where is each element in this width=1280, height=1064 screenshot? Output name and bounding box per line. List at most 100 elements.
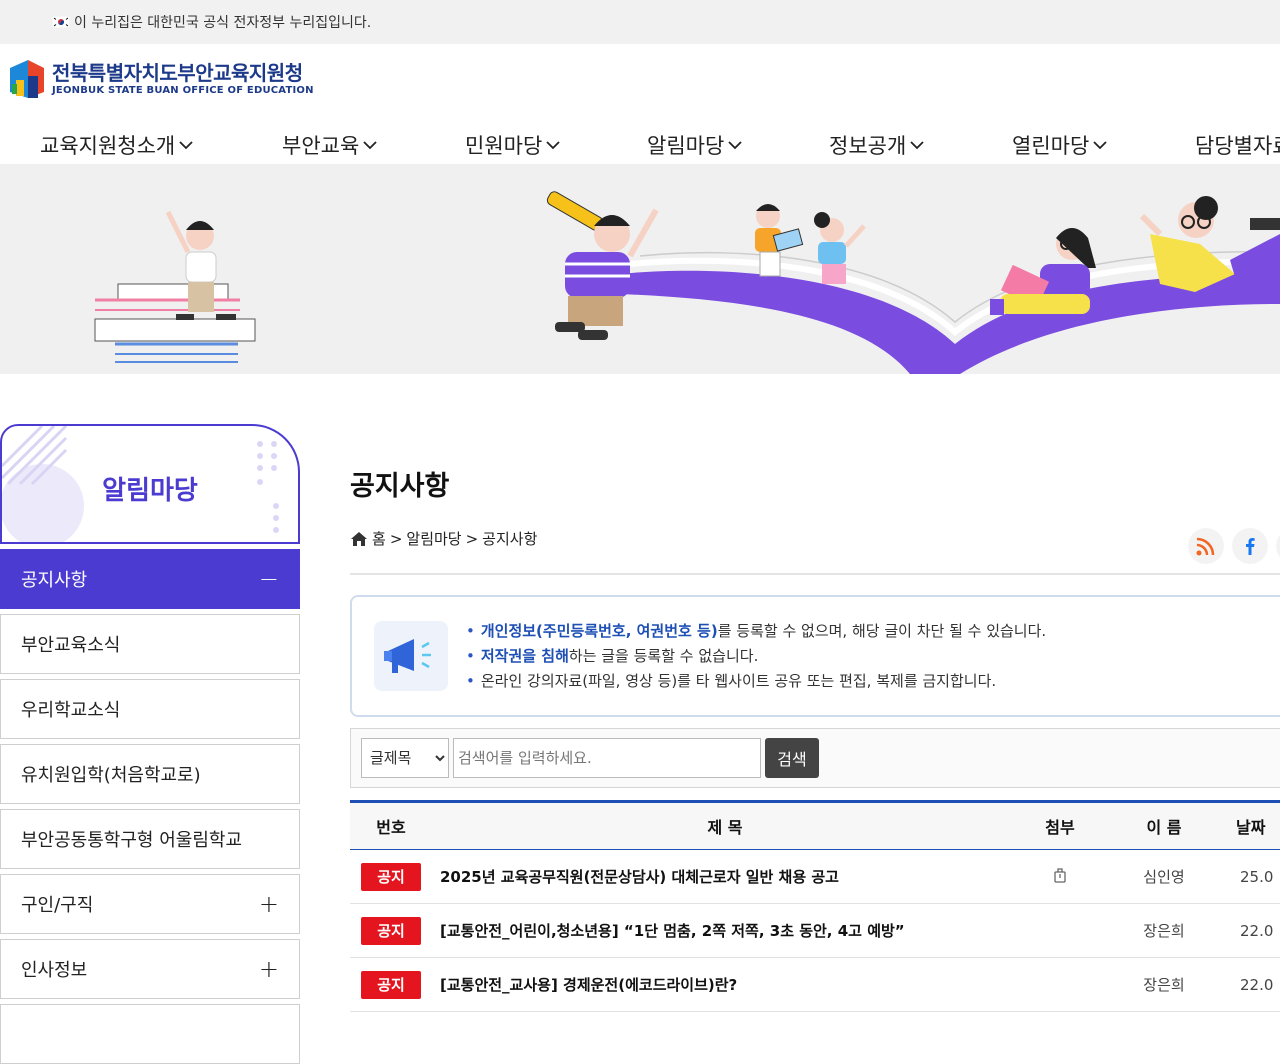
- gov-banner: 이 누리집은 대한민국 공식 전자정부 누리집입니다.: [0, 0, 1280, 44]
- side-nav-item-school-news[interactable]: 우리학교소식: [0, 679, 300, 739]
- attachment-file-icon[interactable]: [1052, 867, 1068, 883]
- side-nav-item-kindergarten[interactable]: 유치원입학(처음학교로): [0, 744, 300, 804]
- breadcrumb-separator: >: [390, 530, 403, 548]
- notice-board-table: 번호 제 목 첨부 이 름 날짜 공지 2025년 교육공무직원(전문상담사) …: [350, 800, 1280, 1012]
- share-button-partial[interactable]: [1276, 528, 1280, 564]
- col-header-attachment: 첨부: [1018, 802, 1102, 850]
- col-header-title: 제 목: [432, 802, 1018, 850]
- side-nav-item-label: 부안교육소식: [21, 631, 120, 657]
- search-button[interactable]: 검색: [765, 738, 819, 778]
- notice-badge: 공지: [361, 863, 421, 891]
- notice-badge: 공지: [361, 917, 421, 945]
- col-header-name: 이 름: [1102, 802, 1226, 850]
- logo-name-en: JEONBUK STATE BUAN OFFICE OF EDUCATION: [52, 85, 314, 97]
- visual-banner-illustration: [0, 164, 1280, 374]
- side-nav-item-personnel[interactable]: 인사정보 +: [0, 939, 300, 999]
- guideline-text: 온라인 강의자료(파일, 영상 등)를 타 웹사이트 공유 또는 편집, 복제를…: [481, 672, 996, 690]
- chevron-down-icon: [361, 136, 379, 154]
- posting-guidelines-box: 개인정보(주민등록번호, 여권번호 등)를 등록할 수 없으며, 해당 글이 차…: [350, 595, 1280, 717]
- chevron-down-icon: [1091, 136, 1109, 154]
- breadcrumb-home[interactable]: 홈: [372, 528, 386, 549]
- side-nav-item-notice[interactable]: 공지사항 −: [0, 549, 300, 609]
- search-field-select[interactable]: 글제목: [361, 738, 449, 778]
- book-stack-illustration: [95, 212, 255, 362]
- minus-icon: −: [259, 567, 279, 591]
- table-row[interactable]: 공지 [교통안전_교사용] 경제운전(에코드라이브)란? 장은희 22.0: [350, 958, 1280, 1012]
- side-nav-item-label: 구인/구직: [21, 891, 93, 917]
- post-date: 25.0: [1226, 850, 1280, 904]
- side-nav-header: 알림마당: [0, 424, 300, 544]
- guideline-text: 하는 글을 등록할 수 없습니다.: [569, 647, 758, 665]
- breadcrumb-section[interactable]: 알림마당: [406, 528, 461, 549]
- post-title-link[interactable]: [교통안전_어린이,청소년용] “1단 멈춤, 2쪽 저쪽, 3초 동안, 4고…: [432, 904, 1018, 958]
- rss-icon: [1194, 534, 1218, 558]
- nav-item-label: 담당별자료: [1195, 130, 1280, 160]
- plus-icon: +: [259, 892, 279, 916]
- guideline-highlight: 저작권을 침해: [481, 647, 569, 665]
- nav-item-info-disclosure[interactable]: 정보공개: [829, 130, 926, 160]
- attachment-cell: [1018, 850, 1102, 904]
- guideline-lecture-materials: 온라인 강의자료(파일, 영상 등)를 타 웹사이트 공유 또는 편집, 복제를…: [466, 669, 1046, 694]
- post-title-link[interactable]: 2025년 교육공무직원(전문상담사) 대체근로자 일반 채용 공고: [432, 850, 1018, 904]
- table-row[interactable]: 공지 2025년 교육공무직원(전문상담사) 대체근로자 일반 채용 공고 심인…: [350, 850, 1280, 904]
- chevron-down-icon: [726, 136, 744, 154]
- post-date: 22.0: [1226, 958, 1280, 1012]
- nav-item-civil[interactable]: 민원마당: [465, 130, 562, 160]
- site-logo[interactable]: 전북특별자치도부안교육지원청 JEONBUK STATE BUAN OFFICE…: [8, 58, 314, 100]
- kid-lying-illustration: [1142, 196, 1280, 294]
- chevron-down-icon: [177, 136, 195, 154]
- notice-badge: 공지: [361, 971, 421, 999]
- facebook-icon: [1240, 536, 1260, 556]
- logo-mark-icon: [8, 58, 46, 100]
- chevron-down-icon: [908, 136, 926, 154]
- post-title-link[interactable]: [교통안전_교사용] 경제운전(에코드라이브)란?: [432, 958, 1018, 1012]
- attachment-cell: [1018, 958, 1102, 1012]
- author-name: 장은희: [1102, 958, 1226, 1012]
- logo-name-kr: 전북특별자치도부안교육지원청: [52, 61, 314, 85]
- table-header-row: 번호 제 목 첨부 이 름 날짜: [350, 802, 1280, 850]
- rss-button[interactable]: [1188, 528, 1224, 564]
- facebook-share-button[interactable]: [1232, 528, 1268, 564]
- guideline-highlight: 개인정보(주민등록번호, 여권번호 등): [481, 622, 718, 640]
- side-nav-item-jobs[interactable]: 구인/구직 +: [0, 874, 300, 934]
- col-header-number: 번호: [350, 802, 432, 850]
- main-nav: 교육지원청소개 부안교육 민원마당 알림마당 정보공개 열린마당 담당별자료: [0, 124, 1280, 164]
- share-buttons: [1188, 528, 1280, 564]
- korea-flag-icon: [52, 16, 70, 28]
- nav-item-materials[interactable]: 담당별자료: [1195, 130, 1280, 160]
- table-row[interactable]: 공지 [교통안전_어린이,청소년용] “1단 멈춤, 2쪽 저쪽, 3초 동안,…: [350, 904, 1280, 958]
- nav-item-open-forum[interactable]: 열린마당: [1012, 130, 1109, 160]
- search-input[interactable]: [453, 738, 761, 778]
- attachment-cell: [1018, 904, 1102, 958]
- gov-banner-text: 이 누리집은 대한민국 공식 전자정부 누리집입니다.: [74, 12, 371, 32]
- home-icon[interactable]: [350, 531, 368, 547]
- nav-item-label: 알림마당: [647, 130, 724, 160]
- page-title: 공지사항: [350, 464, 449, 503]
- author-name: 장은희: [1102, 904, 1226, 958]
- side-nav-item-more[interactable]: [0, 1004, 300, 1064]
- nav-item-label: 정보공개: [829, 130, 906, 160]
- nav-item-buan-education[interactable]: 부안교육: [282, 130, 379, 160]
- breadcrumb: 홈 > 알림마당 > 공지사항: [350, 528, 537, 549]
- plus-icon: +: [259, 957, 279, 981]
- chevron-down-icon: [544, 136, 562, 154]
- side-nav-item-label: 우리학교소식: [21, 696, 120, 722]
- author-name: 심인영: [1102, 850, 1226, 904]
- nav-item-label: 교육지원청소개: [40, 130, 175, 160]
- guideline-text: 를 등록할 수 없으며, 해당 글이 차단 될 수 있습니다.: [718, 622, 1046, 640]
- side-nav-item-buan-news[interactable]: 부안교육소식: [0, 614, 300, 674]
- nav-item-label: 부안교육: [282, 130, 359, 160]
- nav-item-notice[interactable]: 알림마당: [647, 130, 744, 160]
- guideline-copyright: 저작권을 침해하는 글을 등록할 수 없습니다.: [466, 644, 1046, 669]
- breadcrumb-current: 공지사항: [482, 528, 537, 549]
- post-date: 22.0: [1226, 904, 1280, 958]
- side-nav-item-label: 부안공동통학구형 어울림학교: [21, 826, 242, 852]
- guideline-personal-info: 개인정보(주민등록번호, 여권번호 등)를 등록할 수 없으며, 해당 글이 차…: [466, 619, 1046, 644]
- side-nav-item-eoullim-school[interactable]: 부안공동통학구형 어울림학교: [0, 809, 300, 869]
- nav-item-label: 열린마당: [1012, 130, 1089, 160]
- breadcrumb-separator: >: [466, 530, 479, 548]
- nav-item-intro[interactable]: 교육지원청소개: [40, 130, 195, 160]
- side-nav-item-label: 공지사항: [21, 566, 87, 592]
- kid-with-laptop-illustration: [990, 228, 1096, 315]
- divider: [350, 573, 1280, 575]
